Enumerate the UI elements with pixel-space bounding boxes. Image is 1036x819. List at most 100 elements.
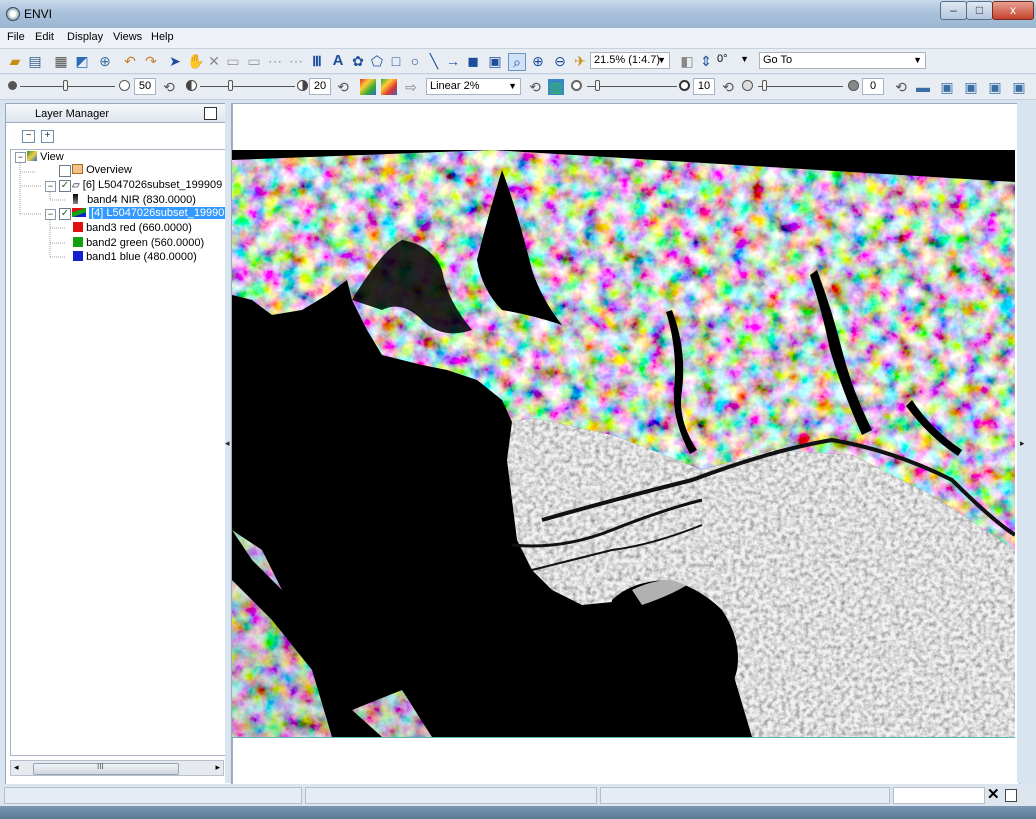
- layer4-collapse-toggle[interactable]: −: [45, 209, 56, 220]
- tree-band3-label: band3 red (660.0000): [86, 222, 192, 234]
- view-4-icon[interactable]: ▣: [1011, 79, 1027, 95]
- gray-band-icon: [73, 194, 78, 204]
- menu-edit[interactable]: Edit: [35, 31, 54, 43]
- contrast-high-icon: [297, 80, 308, 91]
- apply-stretch-icon[interactable]: ⇨: [403, 79, 419, 95]
- tree-item-band2[interactable]: band2 green (560.0000): [73, 236, 204, 250]
- scroll-thumb[interactable]: III: [33, 762, 179, 775]
- brightness-slider-handle[interactable]: [63, 80, 68, 91]
- arrow-icon[interactable]: →: [445, 53, 461, 69]
- stretch-icon-2[interactable]: [381, 79, 397, 95]
- satellite-image[interactable]: [232, 150, 1015, 738]
- sharpen-slider-track[interactable]: [587, 86, 677, 87]
- scroll-right-icon[interactable]: ▸: [215, 762, 220, 773]
- panel-splitter[interactable]: ◂: [225, 103, 231, 783]
- menu-display[interactable]: Display: [67, 31, 103, 43]
- expand-all-button[interactable]: +: [41, 130, 54, 143]
- text-icon[interactable]: A: [330, 53, 346, 69]
- main-toolbar: ▰ ▤ ▦ ◩ ⊕ ↶ ↷ ➤ ✋ ✕ ▭ ▭ ⋯ ⋯ Ⅲ A ✿ ⬠ □ ○ …: [0, 49, 1036, 74]
- reset-brightness-icon[interactable]: ⟲: [161, 79, 177, 95]
- picture-icon[interactable]: ◼: [465, 53, 481, 69]
- contrast-value[interactable]: 20: [309, 78, 331, 95]
- status-resize-icon[interactable]: [1005, 789, 1017, 802]
- zoom-out-icon[interactable]: ⊖: [552, 53, 568, 69]
- reset-contrast-icon[interactable]: ⟲: [335, 79, 351, 95]
- layer6-checkbox[interactable]: ✓: [59, 180, 71, 192]
- polygon-icon[interactable]: ⬠: [369, 53, 385, 69]
- select-cursor-icon[interactable]: ➤: [167, 53, 183, 69]
- status-cell-2: [305, 787, 597, 804]
- profile-icon[interactable]: Ⅲ: [309, 53, 325, 69]
- data-manager-icon[interactable]: ▤: [27, 53, 43, 69]
- ellipse-icon[interactable]: ○: [407, 53, 423, 69]
- zoom-combo[interactable]: 21.5% (1:4.7) ▼: [590, 52, 670, 69]
- tree-item-layer4[interactable]: [4] L5047026subset_199909: [72, 206, 225, 220]
- fly-icon[interactable]: ✈: [572, 53, 588, 69]
- chevron-down-icon: ▼: [657, 55, 666, 65]
- zoom-in-icon[interactable]: ⊕: [530, 53, 546, 69]
- contrast-slider-track[interactable]: [200, 86, 295, 87]
- maximize-button[interactable]: □: [966, 1, 993, 20]
- layer-tree-hscroll[interactable]: ◂ III ▸: [10, 760, 224, 776]
- ruler-icon[interactable]: ▬: [915, 79, 931, 95]
- stretch-icon-1[interactable]: [360, 79, 376, 95]
- view-collapse-toggle[interactable]: −: [15, 152, 26, 163]
- undo-icon[interactable]: ↶: [122, 53, 138, 69]
- view-3-icon[interactable]: ▣: [987, 79, 1003, 95]
- line-icon[interactable]: ╲: [426, 53, 442, 69]
- menu-views[interactable]: Views: [113, 31, 142, 43]
- symbol-icon[interactable]: ✿: [350, 53, 366, 69]
- zoom-tool-icon[interactable]: ⌕: [508, 53, 526, 71]
- vector-icon-2[interactable]: ▭: [246, 53, 262, 69]
- expand-panel-icon[interactable]: ▸: [1020, 438, 1025, 449]
- reset-stretch-icon[interactable]: ⟲: [527, 79, 543, 95]
- reset-transparency-icon[interactable]: ⟲: [893, 79, 909, 95]
- layer6-collapse-toggle[interactable]: −: [45, 181, 56, 192]
- tree-item-band4[interactable]: band4 NIR (830.0000): [73, 193, 196, 207]
- tree-item-overview[interactable]: Overview: [72, 163, 132, 177]
- print-icon[interactable]: ▦: [53, 53, 69, 69]
- reset-sharpen-icon[interactable]: ⟲: [720, 79, 736, 95]
- tree-item-view[interactable]: View: [27, 150, 64, 164]
- rotation-combo[interactable]: 0° ▼: [714, 52, 752, 69]
- view-2-icon[interactable]: ▣: [963, 79, 979, 95]
- transparency-slider-track[interactable]: [758, 86, 843, 87]
- brightness-value[interactable]: 50: [134, 78, 156, 95]
- sharpen-slider-handle[interactable]: [595, 80, 600, 91]
- tree-item-layer6[interactable]: ▱ [6] L5047026subset_199909: [72, 178, 222, 192]
- crosshair-icon[interactable]: ✕: [206, 53, 222, 69]
- open-icon[interactable]: ▰: [7, 53, 23, 69]
- transparency-slider-handle[interactable]: [762, 80, 767, 91]
- tree-item-band1[interactable]: band1 blue (480.0000): [73, 250, 197, 264]
- sharpen-value[interactable]: 10: [693, 78, 715, 95]
- north-arrow-icon[interactable]: ⇕: [698, 53, 714, 69]
- rectangle-icon[interactable]: □: [388, 53, 404, 69]
- collapse-panel-icon[interactable]: ◂: [225, 438, 230, 449]
- stretch-combo[interactable]: Linear 2% ▼: [426, 78, 521, 95]
- image-layer-icon[interactable]: ▣: [487, 53, 503, 69]
- menu-file[interactable]: File: [7, 31, 25, 43]
- close-button[interactable]: x: [992, 1, 1034, 20]
- collapse-all-button[interactable]: −: [22, 130, 35, 143]
- contrast-slider-handle[interactable]: [228, 80, 233, 91]
- status-close-icon[interactable]: ✕: [987, 787, 1000, 803]
- export-icon[interactable]: ◩: [74, 53, 90, 69]
- redo-icon[interactable]: ↷: [143, 53, 159, 69]
- vector-icon-3[interactable]: ⋯: [267, 53, 283, 69]
- histogram-icon[interactable]: ▥: [548, 79, 564, 95]
- minimize-button[interactable]: –: [940, 1, 967, 20]
- pan-icon[interactable]: ✋: [187, 53, 204, 69]
- tree-item-band3[interactable]: band3 red (660.0000): [73, 221, 192, 235]
- goto-combo[interactable]: Go To ▼: [759, 52, 926, 69]
- vector-icon-4[interactable]: ⋯: [288, 53, 304, 69]
- dock-icon[interactable]: [204, 107, 217, 120]
- view-1-icon[interactable]: ▣: [939, 79, 955, 95]
- vector-icon-1[interactable]: ▭: [225, 53, 241, 69]
- overview-icon[interactable]: ⊕: [97, 53, 113, 69]
- layer4-checkbox[interactable]: ✓: [59, 208, 71, 220]
- overview-checkbox[interactable]: ✓: [59, 165, 71, 177]
- menu-help[interactable]: Help: [151, 31, 174, 43]
- rotate-icon[interactable]: ◧: [679, 53, 695, 69]
- transparency-value[interactable]: 0: [862, 78, 884, 95]
- scroll-left-icon[interactable]: ◂: [14, 762, 19, 773]
